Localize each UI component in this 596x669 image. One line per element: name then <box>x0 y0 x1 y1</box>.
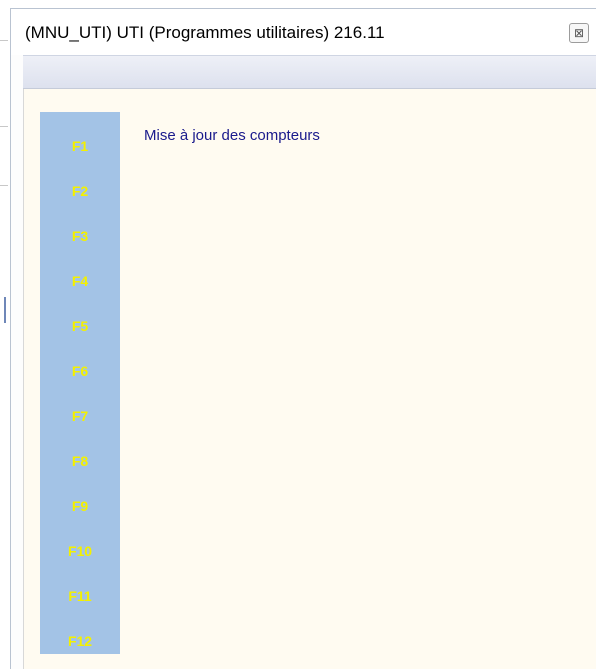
function-key-f8[interactable]: F8 <box>40 450 120 472</box>
background-artifact <box>0 40 8 41</box>
menu-content-area: F1 F2 F3 F4 F5 F6 F7 F8 F9 F10 F11 F12 M… <box>23 89 596 669</box>
title-bar[interactable]: (MNU_UTI) UTI (Programmes utilitaires) 2… <box>11 9 596 55</box>
function-key-f11[interactable]: F11 <box>40 585 120 607</box>
function-key-f3[interactable]: F3 <box>40 225 120 247</box>
screen: (MNU_UTI) UTI (Programmes utilitaires) 2… <box>0 0 596 669</box>
function-key-panel: F1 F2 F3 F4 F5 F6 F7 F8 F9 F10 F11 F12 <box>40 112 120 654</box>
close-icon: ⊠ <box>573 26 585 40</box>
background-artifact <box>0 185 8 186</box>
background-artifact <box>4 297 6 323</box>
function-key-f9[interactable]: F9 <box>40 495 120 517</box>
menu-item-update-counters[interactable]: Mise à jour des compteurs <box>144 127 320 144</box>
utility-programs-window: (MNU_UTI) UTI (Programmes utilitaires) 2… <box>10 8 596 669</box>
function-key-f6[interactable]: F6 <box>40 360 120 382</box>
toolbar-strip <box>23 55 596 89</box>
function-key-f12[interactable]: F12 <box>40 630 120 652</box>
close-button[interactable]: ⊠ <box>569 23 589 43</box>
function-key-f2[interactable]: F2 <box>40 180 120 202</box>
function-key-f1[interactable]: F1 <box>40 135 120 157</box>
window-title: (MNU_UTI) UTI (Programmes utilitaires) 2… <box>25 23 385 42</box>
function-key-f7[interactable]: F7 <box>40 405 120 427</box>
function-key-f10[interactable]: F10 <box>40 540 120 562</box>
function-key-f5[interactable]: F5 <box>40 315 120 337</box>
function-key-f4[interactable]: F4 <box>40 270 120 292</box>
background-artifact <box>0 126 8 127</box>
